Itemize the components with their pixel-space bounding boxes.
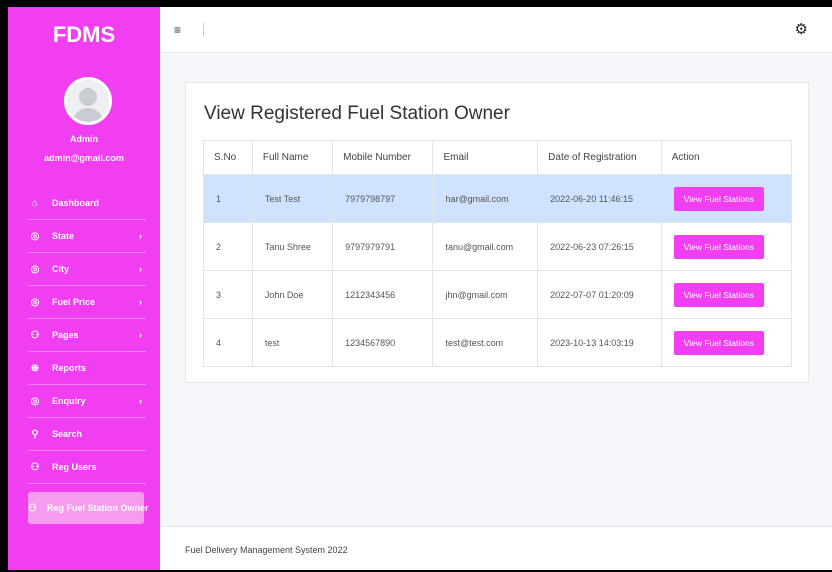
view-fuel-stations-button[interactable]: View Fuel Stations xyxy=(673,186,764,211)
sidebar: FDMS Admin admin@gmail.com ⌂ Dashboard ◎ St… xyxy=(8,7,160,570)
cell-action: View Fuel Stations xyxy=(660,270,793,319)
cell-name: John Doe xyxy=(251,270,334,319)
table-body: 1 Test Test 7979798797 har@gmail.com 2022-06… xyxy=(203,174,793,367)
chevron-right-icon: › xyxy=(139,264,142,274)
sidebar-item-fuel-price[interactable]: ◎ Fuel Price › xyxy=(28,286,146,319)
chevron-right-icon: › xyxy=(139,231,142,241)
user-icon: ⚇ xyxy=(28,502,37,514)
cell-sno: 3 xyxy=(203,270,253,319)
page-title: View Registered Fuel Station Owner xyxy=(204,103,510,124)
sidebar-item-label: Reports xyxy=(52,363,87,373)
table-row: 1 Test Test 7979798797 har@gmail.com 2022-06… xyxy=(203,174,793,223)
column-header: Mobile Number xyxy=(332,140,434,175)
cell-action: View Fuel Stations xyxy=(660,174,793,223)
owners-card: View Registered Fuel Station Owner S.No F… xyxy=(185,82,809,383)
table-row: 4 test 1234567890 test@test.com 2023-10-13 1… xyxy=(203,318,793,367)
cell-name: Tanu Shree xyxy=(251,222,334,271)
sidebar-item-label: State xyxy=(52,231,75,241)
cell-sno: 4 xyxy=(203,318,253,367)
sidebar-item-label: Fuel Price xyxy=(52,297,96,307)
avatar xyxy=(64,77,112,125)
sidebar-nav: ⌂ Dashboard ◎ State › ◎ City › ◎ Fuel Price › ⚇ Page… xyxy=(28,187,148,524)
menu-toggle-icon[interactable]: ≡ xyxy=(174,23,181,37)
chevron-right-icon: › xyxy=(139,330,142,340)
user-icon: ⚇ xyxy=(30,329,40,341)
footer-text: Fuel Delivery Management System 2022 xyxy=(185,545,348,555)
cell-email: jhn@gmail.com xyxy=(432,270,539,319)
circle-icon: ◎ xyxy=(30,230,40,242)
cell-mobile: 7979798797 xyxy=(332,174,434,223)
column-header: S.No xyxy=(203,140,253,175)
divider xyxy=(203,23,204,37)
sidebar-item-search[interactable]: ⚲ Search xyxy=(28,418,146,451)
cell-sno: 2 xyxy=(203,222,253,271)
column-header: Full Name xyxy=(251,140,334,175)
chevron-right-icon: › xyxy=(139,297,142,307)
circle-icon: ◎ xyxy=(30,395,40,407)
column-header: Action xyxy=(660,140,793,175)
search-icon: ⚲ xyxy=(31,428,39,440)
sidebar-item-label: Dashboard xyxy=(52,198,100,208)
cell-mobile: 1234567890 xyxy=(332,318,434,367)
circle-icon: ◎ xyxy=(30,296,40,308)
sidebar-item-state[interactable]: ◎ State › xyxy=(28,220,146,253)
cell-date: 2022-06-20 11:46:15 xyxy=(537,174,662,223)
sidebar-item-city[interactable]: ◎ City › xyxy=(28,253,146,286)
sidebar-item-reg-fuel-station-owner[interactable]: ⚇ Reg Fuel Station Owner xyxy=(28,492,148,524)
dashboard-icon: ⌂ xyxy=(31,197,39,209)
sidebar-item-reg-users[interactable]: ⚇ Reg Users xyxy=(28,451,146,484)
chevron-right-icon: › xyxy=(139,396,142,406)
user-email: admin@gmail.com xyxy=(44,153,124,163)
column-header: Email xyxy=(432,140,539,175)
table-header-row: S.No Full Name Mobile Number Email Date of R… xyxy=(203,140,793,175)
sidebar-item-label: Reg Fuel Station Owner xyxy=(46,503,149,513)
cell-date: 2023-10-13 14:03:19 xyxy=(537,318,662,367)
cell-action: View Fuel Stations xyxy=(660,222,793,271)
view-fuel-stations-button[interactable]: View Fuel Stations xyxy=(673,330,764,355)
cell-name: Test Test xyxy=(251,174,334,223)
table-row: 3 John Doe 1212343456 jhn@gmail.com 2022-07-… xyxy=(203,270,793,319)
sidebar-item-label: Pages xyxy=(52,330,79,340)
sidebar-item-enquiry[interactable]: ◎ Enquiry › xyxy=(28,385,146,418)
cell-sno: 1 xyxy=(203,174,253,223)
cell-action: View Fuel Stations xyxy=(660,318,793,367)
sidebar-item-label: City xyxy=(52,264,70,274)
sidebar-item-label: Enquiry xyxy=(52,396,86,406)
cell-email: tanu@gmail.com xyxy=(432,222,539,271)
cell-mobile: 9797979791 xyxy=(332,222,434,271)
view-fuel-stations-button[interactable]: View Fuel Stations xyxy=(673,234,764,259)
user-icon: ⚇ xyxy=(30,461,40,473)
cell-name: test xyxy=(251,318,334,367)
sidebar-item-label: Reg Users xyxy=(52,462,97,472)
view-fuel-stations-button[interactable]: View Fuel Stations xyxy=(673,282,764,307)
top-bar: ≡ ⚙ xyxy=(160,7,832,53)
sidebar-item-reports[interactable]: ⊕ Reports xyxy=(28,352,146,385)
gear-icon[interactable]: ⚙ xyxy=(795,20,808,38)
brand-logo[interactable]: FDMS xyxy=(8,22,160,48)
reports-icon: ⊕ xyxy=(30,362,40,374)
table-row: 2 Tanu Shree 9797979791 tanu@gmail.com 2022-… xyxy=(203,222,793,271)
sidebar-item-label: Search xyxy=(52,429,83,439)
cell-email: test@test.com xyxy=(432,318,539,367)
owners-table: S.No Full Name Mobile Number Email Date of R… xyxy=(203,140,793,367)
footer: Fuel Delivery Management System 2022 xyxy=(160,526,832,570)
sidebar-item-pages[interactable]: ⚇ Pages › xyxy=(28,319,146,352)
cell-date: 2022-06-23 07:26:15 xyxy=(537,222,662,271)
app-window: FDMS Admin admin@gmail.com ⌂ Dashboard ◎ St… xyxy=(8,7,832,570)
sidebar-item-dashboard[interactable]: ⌂ Dashboard xyxy=(28,187,146,220)
cell-mobile: 1212343456 xyxy=(332,270,434,319)
circle-icon: ◎ xyxy=(30,263,40,275)
cell-email: har@gmail.com xyxy=(432,174,539,223)
user-name: Admin xyxy=(70,134,98,144)
cell-date: 2022-07-07 01:20:09 xyxy=(537,270,662,319)
column-header: Date of Registration xyxy=(537,140,662,175)
